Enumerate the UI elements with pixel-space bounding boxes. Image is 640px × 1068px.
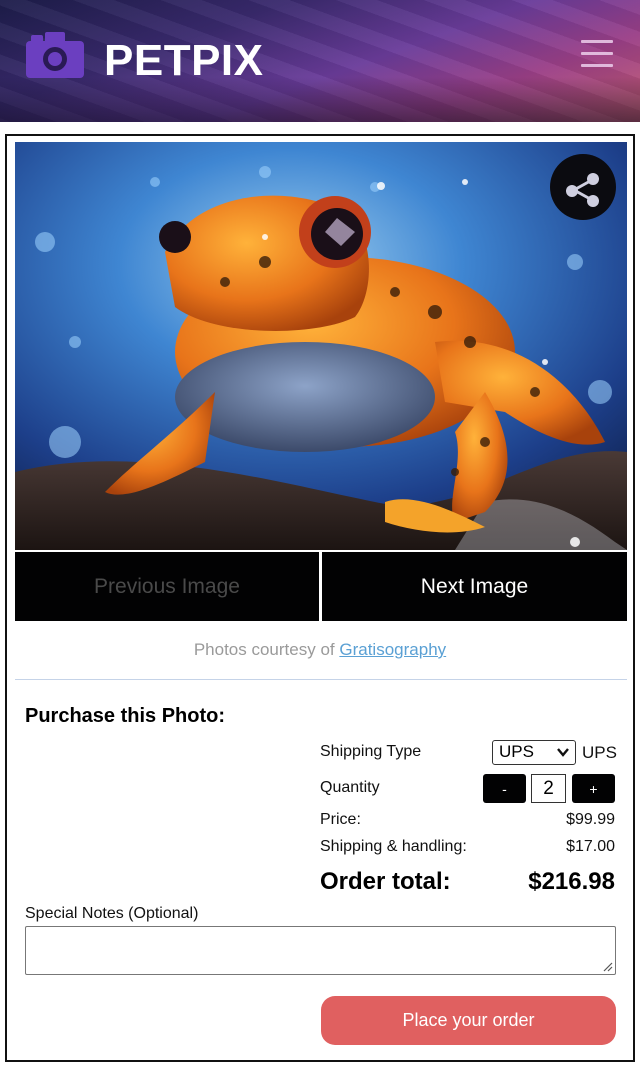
camera-icon	[26, 32, 84, 78]
shipping-suffix: UPS	[582, 743, 617, 762]
price-value: $99.99	[566, 811, 615, 828]
order-total-label: Order total:	[320, 868, 451, 895]
order-total-value: $216.98	[528, 868, 615, 895]
next-image-button[interactable]: Next Image	[322, 552, 627, 621]
quantity-decrease-button[interactable]: -	[483, 774, 526, 803]
share-icon	[566, 173, 599, 207]
shipping-selected-value: UPS	[499, 742, 534, 761]
price-label: Price:	[320, 811, 361, 828]
gallery-photo	[15, 142, 627, 550]
chevron-down-icon	[557, 748, 569, 757]
credit-prefix: Photos courtesy of	[193, 640, 335, 659]
shipping-type-select[interactable]: UPS	[492, 740, 576, 765]
special-notes-label: Special Notes (Optional)	[25, 905, 199, 922]
gratisography-link[interactable]: Gratisography	[339, 640, 446, 659]
previous-image-button[interactable]: Previous Image	[15, 552, 319, 621]
photo-credit: Photos courtesy of Gratisography	[7, 640, 633, 660]
hamburger-menu-icon[interactable]	[581, 40, 613, 70]
quantity-increase-button[interactable]: +	[572, 774, 615, 803]
brand-name[interactable]: PETPIX	[104, 36, 264, 86]
special-notes-textarea[interactable]	[25, 926, 616, 975]
place-order-button[interactable]: Place your order	[321, 996, 616, 1045]
resize-grip-icon[interactable]	[602, 961, 613, 972]
divider	[15, 679, 627, 680]
photo-card: Previous Image Next Image Photos courtes…	[5, 134, 635, 1062]
shipping-handling-value: $17.00	[566, 838, 615, 855]
site-header: PETPIX	[0, 0, 640, 122]
quantity-input[interactable]: 2	[531, 774, 566, 803]
quantity-label: Quantity	[320, 779, 380, 796]
shipping-handling-label: Shipping & handling:	[320, 838, 467, 855]
purchase-title: Purchase this Photo:	[25, 705, 226, 727]
share-button[interactable]	[550, 154, 616, 220]
shipping-type-label: Shipping Type	[320, 743, 422, 760]
